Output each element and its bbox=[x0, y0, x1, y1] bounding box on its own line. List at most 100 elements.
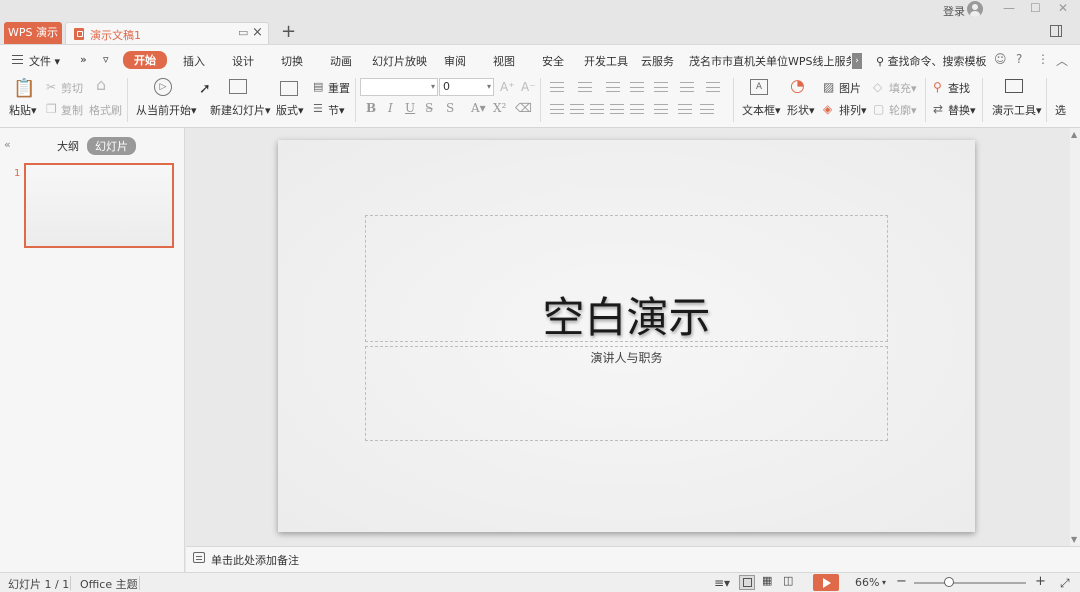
format-painter-button[interactable]: 格式刷 bbox=[89, 102, 122, 118]
app-tab-wps-presentation[interactable]: WPS 演示 bbox=[4, 22, 62, 44]
clear-format-icon[interactable]: ⌫ bbox=[515, 101, 532, 115]
screen-pin-icon[interactable]: ▭ bbox=[238, 26, 248, 39]
minimize-button[interactable]: — bbox=[1003, 1, 1015, 15]
notes-placeholder[interactable]: 单击此处添加备注 bbox=[211, 552, 299, 568]
theme-name[interactable]: Office 主题 bbox=[80, 576, 138, 592]
reading-view-icon[interactable]: ◫ bbox=[782, 574, 798, 590]
play-from-current-icon[interactable]: ▷ bbox=[154, 78, 172, 96]
align-left-icon[interactable] bbox=[550, 104, 564, 114]
layout-button[interactable]: 版式▾ bbox=[276, 102, 304, 118]
zoom-level[interactable]: 66% bbox=[855, 576, 879, 589]
slide-title-text[interactable]: 空白演示 bbox=[366, 284, 887, 345]
tab-slides[interactable]: 幻灯片 bbox=[87, 137, 136, 155]
vertical-align-icon[interactable] bbox=[654, 104, 668, 114]
justify-icon[interactable] bbox=[610, 104, 624, 114]
tab-view[interactable]: 视图 bbox=[493, 53, 515, 69]
new-tab-button[interactable]: + bbox=[281, 22, 296, 42]
subtitle-placeholder[interactable]: 演讲人与职务 bbox=[365, 346, 888, 441]
text-box-button[interactable]: 文本框▾ bbox=[742, 102, 781, 118]
bold-icon[interactable]: B bbox=[366, 101, 376, 115]
presentation-tools-icon[interactable] bbox=[1005, 79, 1023, 93]
feedback-icon[interactable]: ☺ bbox=[994, 52, 1007, 66]
play-from-current-button[interactable]: 从当前开始▾ bbox=[136, 102, 197, 118]
document-tab[interactable]: 演示文稿1 ▭ × bbox=[65, 22, 269, 44]
slide-subtitle-text[interactable]: 演讲人与职务 bbox=[366, 349, 887, 366]
zoom-dropdown-icon[interactable]: ▾ bbox=[882, 578, 886, 587]
tab-security[interactable]: 安全 bbox=[542, 53, 564, 69]
notes-pane[interactable]: 单击此处添加备注 bbox=[186, 546, 1080, 572]
zoom-slider-track[interactable] bbox=[914, 582, 1026, 584]
quick-access-dropdown[interactable]: ▿ bbox=[103, 53, 109, 66]
underline-icon[interactable]: U bbox=[405, 101, 415, 115]
paste-button[interactable]: 粘贴▾ bbox=[9, 102, 37, 118]
tab-maoming-wps-service[interactable]: 茂名市市直机关单位WPS线上服务通道 bbox=[689, 53, 851, 69]
login-link[interactable]: 登录 bbox=[943, 3, 965, 19]
decrease-font-icon[interactable]: A⁻ bbox=[521, 80, 536, 94]
collapse-panel-icon[interactable]: « bbox=[4, 138, 11, 151]
scroll-down-icon[interactable]: ▼ bbox=[1071, 535, 1077, 544]
superscript-icon[interactable]: X² bbox=[493, 101, 506, 115]
tab-slideshow[interactable]: 幻灯片放映 bbox=[372, 53, 427, 69]
text-shadow-icon[interactable]: S bbox=[446, 101, 454, 115]
close-tab-icon[interactable]: × bbox=[252, 25, 263, 40]
hamburger-menu-icon[interactable] bbox=[12, 55, 23, 64]
slide-thumbnail[interactable] bbox=[24, 163, 174, 248]
tab-developer[interactable]: 开发工具 bbox=[584, 53, 628, 69]
user-avatar-icon[interactable] bbox=[967, 1, 983, 17]
line-spacing-icon[interactable] bbox=[654, 82, 668, 92]
fit-window-icon[interactable]: ⤢ bbox=[1060, 576, 1070, 591]
tab-animations[interactable]: 动画 bbox=[330, 53, 352, 69]
layout-icon[interactable] bbox=[280, 81, 298, 96]
more-menu-button[interactable]: » bbox=[80, 53, 87, 66]
text-align-icon[interactable] bbox=[678, 104, 692, 114]
paste-icon[interactable]: 📋 bbox=[13, 80, 35, 98]
new-slide-icon[interactable] bbox=[229, 79, 247, 94]
notes-toggle-icon[interactable]: ≡▾ bbox=[714, 576, 730, 590]
slide-sorter-view-icon[interactable]: ▦ bbox=[761, 574, 777, 590]
zoom-in-button[interactable]: + bbox=[1035, 574, 1046, 589]
bullet-list-icon[interactable] bbox=[550, 82, 564, 92]
section-button[interactable]: 节▾ bbox=[328, 102, 345, 118]
maximize-button[interactable]: ☐ bbox=[1030, 1, 1041, 15]
more-options-icon[interactable]: ⋮ bbox=[1037, 52, 1049, 66]
title-placeholder[interactable]: 空白演示 bbox=[365, 215, 888, 342]
zoom-slider-handle[interactable] bbox=[944, 577, 954, 587]
columns-icon[interactable] bbox=[706, 82, 720, 92]
picture-button[interactable]: 图片 bbox=[839, 80, 861, 96]
copy-button[interactable]: 复制 bbox=[61, 102, 83, 118]
text-box-icon[interactable]: A bbox=[750, 79, 768, 95]
fill-button[interactable]: 填充▾ bbox=[889, 80, 917, 96]
paragraph-spacing-icon[interactable] bbox=[700, 104, 714, 114]
command-search[interactable]: ⚲ 查找命令、搜索模板 bbox=[876, 53, 987, 69]
close-window-button[interactable]: ✕ bbox=[1058, 1, 1068, 15]
tab-insert[interactable]: 插入 bbox=[183, 53, 205, 69]
font-color-icon[interactable]: A▾ bbox=[471, 101, 486, 115]
tab-outline[interactable]: 大纲 bbox=[57, 138, 79, 154]
text-direction-icon[interactable] bbox=[680, 82, 694, 92]
numbered-list-icon[interactable] bbox=[578, 82, 592, 92]
tab-scroll-right-icon[interactable]: › bbox=[852, 53, 862, 69]
strikethrough-icon[interactable]: S̶ bbox=[425, 101, 433, 115]
tab-review[interactable]: 审阅 bbox=[444, 53, 466, 69]
arrange-button[interactable]: 排列▾ bbox=[839, 102, 867, 118]
italic-icon[interactable]: I bbox=[388, 101, 393, 115]
new-slide-button[interactable]: 新建幻灯片▾ bbox=[210, 102, 271, 118]
slide-canvas[interactable]: 空白演示 演讲人与职务 bbox=[278, 140, 975, 532]
cut-button[interactable]: 剪切 bbox=[61, 80, 83, 96]
find-button[interactable]: 查找 bbox=[948, 80, 970, 96]
align-right-icon[interactable] bbox=[590, 104, 604, 114]
tab-design[interactable]: 设计 bbox=[232, 53, 254, 69]
tab-home[interactable]: 开始 bbox=[123, 51, 167, 69]
shape-icon[interactable]: ◔ bbox=[790, 78, 805, 95]
align-center-icon[interactable] bbox=[570, 104, 584, 114]
layout-toggle-icon[interactable] bbox=[1050, 25, 1062, 37]
font-name-combo[interactable]: ▾ bbox=[360, 78, 438, 96]
zoom-out-button[interactable]: − bbox=[896, 574, 907, 589]
font-size-combo[interactable]: 0 ▾ bbox=[439, 78, 494, 96]
slideshow-play-button[interactable] bbox=[813, 574, 839, 591]
reset-button[interactable]: 重置 bbox=[328, 80, 350, 96]
shape-button[interactable]: 形状▾ bbox=[787, 102, 815, 118]
scroll-up-icon[interactable]: ▲ bbox=[1071, 130, 1077, 139]
tab-cloud-service[interactable]: 云服务 bbox=[641, 53, 674, 69]
normal-view-icon[interactable] bbox=[739, 575, 755, 590]
